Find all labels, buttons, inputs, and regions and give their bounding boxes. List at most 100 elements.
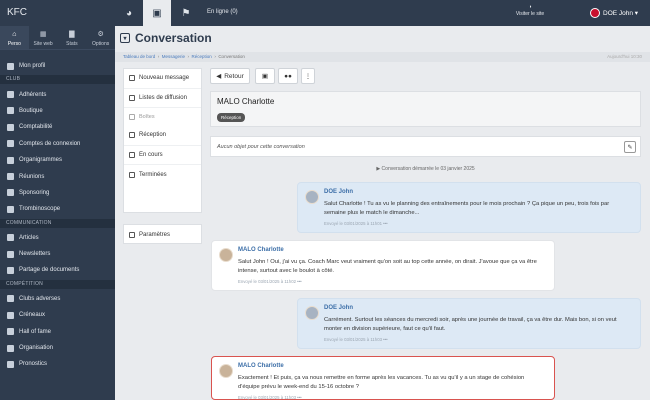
sidebar-item-profile[interactable]: Mon profil — [0, 58, 115, 74]
sidebar-item-comptabilite[interactable]: Comptabilité — [0, 119, 115, 135]
tab-options[interactable]: ⚙ Options — [86, 26, 115, 49]
tab-perso[interactable]: ⌂ Perso — [0, 26, 29, 49]
sidebar-item-pronostics[interactable]: Pronostics — [0, 356, 115, 372]
hourglass-icon — [129, 151, 135, 158]
sidebar-item-label: Boutique — [19, 107, 43, 114]
club-logo — [590, 8, 600, 18]
website-icon: ▦ — [39, 31, 47, 38]
sidebar-item-label: Organisation — [19, 345, 54, 352]
shield-icon — [7, 295, 14, 303]
inbox-icon[interactable]: ▣ — [143, 0, 171, 26]
online-status[interactable]: En ligne (0) — [207, 9, 238, 15]
breadcrumb-current: Conversation — [218, 54, 245, 59]
new-message-button[interactable]: Nouveau message — [124, 69, 201, 89]
sidebar-item-creneaux[interactable]: Créneaux — [0, 307, 115, 323]
user-icon — [7, 62, 14, 70]
mailing-lists-button[interactable]: Listes de diffusion — [124, 89, 201, 108]
started-text: Conversation démarrée le 03 janvier 2025 — [381, 166, 475, 172]
home-icon: ⌂ — [12, 31, 17, 38]
visit-site-link[interactable]: ◑ Visiter le site — [510, 4, 550, 18]
menu-item-done[interactable]: Terminées — [124, 165, 201, 185]
message-meta: Envoyé le 03/01/2025 à 11h01 ••• — [324, 220, 388, 226]
sidebar-item-clubs[interactable]: Clubs adverses — [0, 291, 115, 307]
tab-label: Site web — [33, 40, 53, 47]
message-author[interactable]: DOE John — [324, 189, 632, 195]
sidebar-item-reunions[interactable]: Réunions — [0, 168, 115, 184]
message-author[interactable]: DOE John — [324, 305, 632, 311]
sidebar-item-trombinoscope[interactable]: Trombinoscope — [0, 201, 115, 217]
user-menu[interactable]: DOE John ▾ — [590, 8, 638, 18]
sidebar-item-label: Newsletters — [19, 251, 51, 258]
menu-item-pending[interactable]: En cours — [124, 146, 201, 165]
menu-label: Terminées — [139, 171, 167, 178]
mail-menu: Nouveau message Listes de diffusion Boît… — [123, 68, 202, 213]
breadcrumb-reception[interactable]: Réception — [192, 54, 212, 59]
checkbox-icon — [7, 360, 14, 368]
sidebar-item-adherents[interactable]: Adhérents — [0, 86, 115, 102]
avatar — [305, 306, 319, 320]
menu-item-inbox[interactable]: Réception — [124, 126, 201, 146]
back-label: Retour — [224, 72, 244, 80]
tab-site-web[interactable]: ▦ Site web — [29, 26, 58, 49]
sidebar-item-comptes[interactable]: Comptes de connexion — [0, 136, 115, 152]
conversation-started: ▶ Conversation démarrée le 03 janvier 20… — [210, 166, 641, 172]
sidebar-item-label: Trombinoscope — [19, 206, 61, 213]
play-left-icon: ◀ — [216, 73, 222, 80]
article-icon — [7, 234, 14, 242]
main-content: ▾ Conversation Tableau de bord › Message… — [115, 26, 650, 400]
message-meta: Envoyé le 03/01/2025 à 11h03 ••• — [238, 394, 302, 400]
menu-label: Nouveau message — [139, 75, 190, 82]
sidebar-item-label: Comptes de connexion — [19, 140, 81, 147]
inbox-action-button[interactable]: ▣ — [255, 68, 275, 84]
dashboard-icon[interactable]: ◕ — [115, 0, 143, 26]
message-meta: Envoyé le 03/01/2025 à 11h03 ••• — [324, 336, 388, 342]
back-button[interactable]: ◀ Retour — [210, 68, 250, 84]
users-icon: ●● — [284, 72, 292, 80]
sidebar-item-organisation[interactable]: Organisation — [0, 340, 115, 356]
sidebar: ⌂ Perso ▦ Site web ▇ Stats ⚙ Options Mon pro… — [0, 26, 115, 400]
sidebar-item-articles[interactable]: Articles — [0, 230, 115, 246]
tag-icon — [129, 171, 135, 178]
message-author[interactable]: MALO Charlotte — [238, 247, 546, 253]
settings-button[interactable]: Paramètres — [124, 225, 201, 245]
message-meta: Envoyé le 03/01/2025 à 11h02 ••• — [238, 278, 302, 284]
calendar-icon — [7, 311, 14, 319]
brand-name[interactable]: KFC — [7, 7, 27, 18]
visit-site-label: Visiter le site — [515, 11, 545, 17]
page-title-text: Conversation — [135, 31, 212, 45]
sidebar-item-partage[interactable]: Partage de documents — [0, 262, 115, 278]
message-author[interactable]: MALO Charlotte — [238, 363, 546, 369]
sidebar-item-label: Réunions — [19, 173, 45, 180]
tab-stats[interactable]: ▇ Stats — [58, 26, 87, 49]
breadcrumb-dashboard[interactable]: Tableau de bord — [123, 54, 155, 59]
sidebar-item-boutique[interactable]: Boutique — [0, 103, 115, 119]
sidebar-item-hall-of-fame[interactable]: Hall of fame — [0, 323, 115, 339]
bell-icon[interactable]: ⚑ — [172, 0, 200, 26]
section-club: CLUB — [0, 75, 115, 85]
breadcrumb-right: Aujourd'hui 10:30 — [607, 54, 642, 59]
menu-heading: Boîtes — [139, 114, 155, 120]
gear-icon: ⚙ — [97, 31, 104, 38]
sidebar-item-organigrammes[interactable]: Organigrammes — [0, 152, 115, 168]
avatar — [305, 190, 319, 204]
envelope-icon — [7, 250, 14, 258]
sidebar-item-label: Créneaux — [19, 312, 46, 319]
section-communication: COMMUNICATION — [0, 218, 115, 228]
edit-subject-button[interactable]: ✎ — [624, 141, 636, 153]
breadcrumb-messagerie[interactable]: Messagerie — [162, 54, 185, 59]
message-text: Carrément. Surtout les séances du mercre… — [324, 317, 617, 332]
sidebar-item-label: Partage de documents — [19, 267, 80, 274]
meeting-icon — [7, 173, 14, 181]
key-icon — [7, 140, 14, 148]
collapse-icon[interactable]: ▾ — [120, 33, 130, 43]
participants-button[interactable]: ●● — [278, 68, 298, 84]
more-options-button[interactable]: ⋮ — [301, 68, 315, 84]
sidebar-item-sponsoring[interactable]: Sponsoring — [0, 185, 115, 201]
users-icon — [7, 91, 14, 99]
menu-label: Listes de diffusion — [139, 94, 187, 101]
sidebar-item-newsletters[interactable]: Newsletters — [0, 246, 115, 262]
breadcrumb: Tableau de bord › Messagerie › Réception… — [115, 52, 650, 62]
message-bubble: MALO Charlotte Salut John ! Oui, j'ai vu… — [211, 240, 555, 291]
pencil-icon: ✎ — [627, 144, 633, 151]
inbox-icon — [129, 114, 135, 120]
